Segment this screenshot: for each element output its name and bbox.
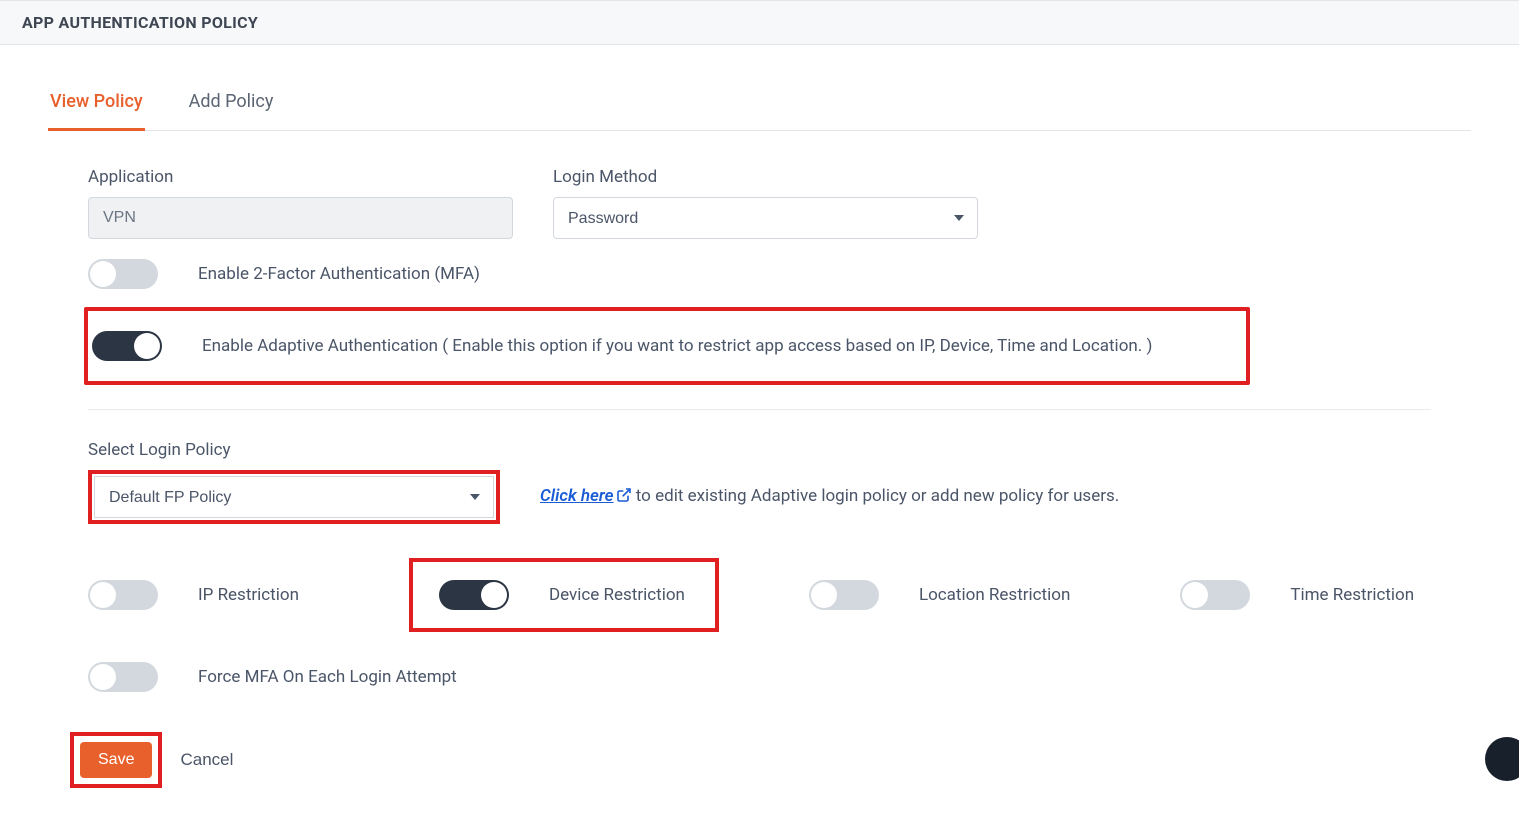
adaptive-auth-label: Enable Adaptive Authentication ( Enable …: [202, 336, 1152, 356]
tab-add-policy[interactable]: Add Policy: [187, 85, 276, 131]
form-section: Application Login Method Password Enable…: [48, 167, 1471, 788]
policy-help-text: Click here to edit existing Adaptive log…: [540, 486, 1119, 508]
device-restriction-highlight: Device Restriction: [409, 558, 719, 632]
external-link-icon: [616, 487, 632, 508]
force-mfa-label: Force MFA On Each Login Attempt: [198, 667, 457, 687]
divider: [88, 409, 1431, 410]
cancel-button[interactable]: Cancel: [180, 750, 233, 770]
page-header: APP AUTHENTICATION POLICY: [0, 0, 1519, 45]
mfa-toggle[interactable]: [88, 259, 158, 289]
device-restriction-label: Device Restriction: [549, 585, 685, 605]
select-login-policy-label: Select Login Policy: [88, 440, 1431, 460]
application-label: Application: [88, 167, 513, 187]
application-input[interactable]: [88, 197, 513, 239]
login-method-select[interactable]: Password: [553, 197, 978, 239]
policy-help-suffix: to edit existing Adaptive login policy o…: [632, 486, 1120, 506]
page-title: APP AUTHENTICATION POLICY: [22, 13, 1497, 32]
tabs: View Policy Add Policy: [48, 85, 1471, 131]
tab-view-policy[interactable]: View Policy: [48, 85, 145, 131]
time-restriction-label: Time Restriction: [1290, 585, 1414, 605]
device-restriction-toggle[interactable]: [439, 580, 509, 610]
save-button-highlight: Save: [70, 732, 162, 788]
mfa-toggle-label: Enable 2-Factor Authentication (MFA): [198, 264, 480, 284]
location-restriction-label: Location Restriction: [919, 585, 1070, 605]
ip-restriction-label: IP Restriction: [198, 585, 299, 605]
click-here-link[interactable]: Click here: [540, 486, 614, 506]
login-policy-select[interactable]: Default FP Policy: [94, 476, 494, 518]
ip-restriction-toggle[interactable]: [88, 580, 158, 610]
content: View Policy Add Policy Application Login…: [0, 45, 1519, 818]
login-method-label: Login Method: [553, 167, 978, 187]
location-restriction-toggle[interactable]: [809, 580, 879, 610]
force-mfa-toggle[interactable]: [88, 662, 158, 692]
adaptive-auth-toggle[interactable]: [92, 331, 162, 361]
time-restriction-toggle[interactable]: [1180, 580, 1250, 610]
save-button[interactable]: Save: [80, 742, 152, 778]
login-policy-highlight: Default FP Policy: [88, 470, 500, 524]
adaptive-auth-highlight: Enable Adaptive Authentication ( Enable …: [84, 307, 1250, 385]
